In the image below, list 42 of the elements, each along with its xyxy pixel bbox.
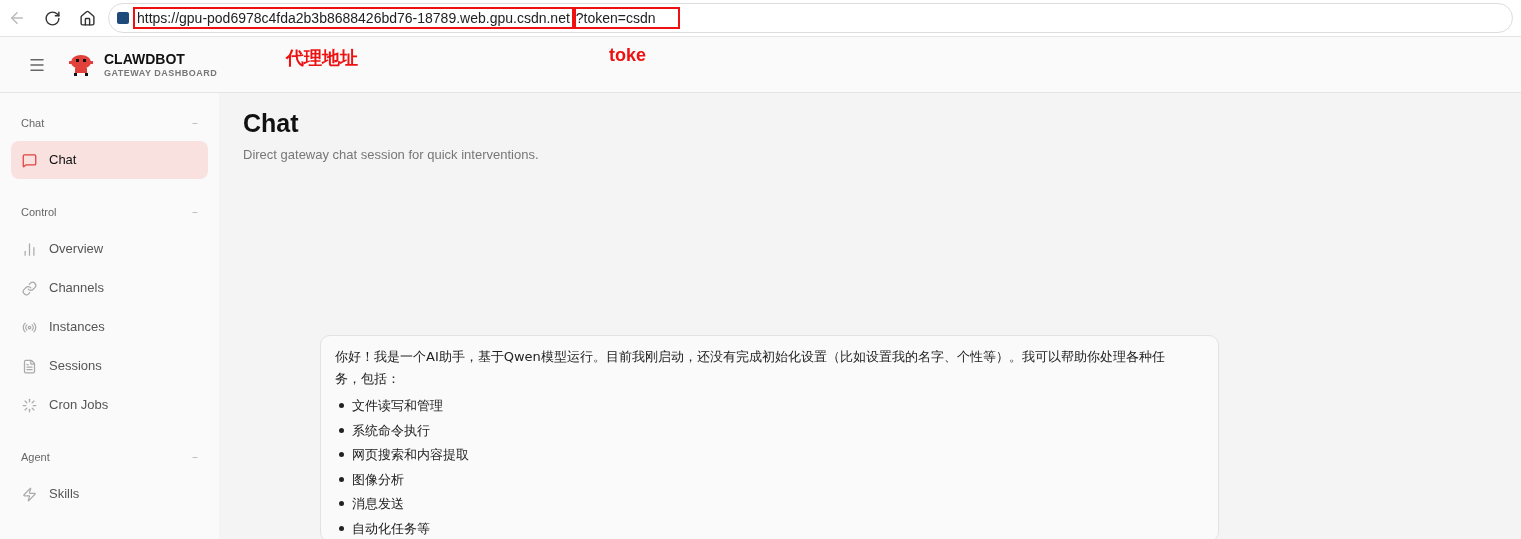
link-icon <box>22 280 37 296</box>
brand-subtitle: GATEWAY DASHBOARD <box>104 66 218 79</box>
list-item: 自动化任务等 <box>352 519 430 538</box>
lightning-icon <box>22 486 37 502</box>
message-text: 你好！我是一个AI助手，基于Qwen模型运行。目前我刚启动，还没有完成初始化设置（比如设置我的名字、个性等）。我可以帮助你处理各种任务，包括： <box>335 347 1166 388</box>
list-item: 系统命令执行 <box>352 421 430 440</box>
nav-item[interactable]: Chat <box>11 141 208 179</box>
nav-item[interactable]: Instances <box>11 308 208 346</box>
annotation-label: toke <box>609 44 646 67</box>
bullet-icon <box>339 427 344 433</box>
robot-logo-icon <box>68 52 94 77</box>
section-title: Control <box>21 204 57 220</box>
home-icon[interactable] <box>79 9 96 27</box>
nav-item[interactable]: Cron Jobs <box>11 386 208 424</box>
list-item: 消息发送 <box>352 495 404 513</box>
reload-icon[interactable] <box>44 9 61 27</box>
bullet-icon <box>339 476 344 482</box>
chat-bubble-icon <box>22 152 37 168</box>
site-icon <box>117 12 129 24</box>
section-title: Agent <box>21 449 50 465</box>
page-subtitle: Direct gateway chat session for quick interventions. <box>243 146 540 164</box>
bar-chart-icon <box>22 241 37 257</box>
annotation-label: 代理地址 <box>286 47 358 70</box>
brand-name: CLAWDBOT <box>104 50 186 67</box>
bullet-icon <box>339 452 344 458</box>
nav-item[interactable]: Channels <box>11 269 208 307</box>
nav-item[interactable]: Overview <box>11 230 208 268</box>
document-icon <box>22 358 37 374</box>
bullet-icon <box>339 525 344 531</box>
bullet-icon <box>339 403 344 409</box>
url-host: https://gpu-pod6978c4fda2b3b8688426bd76-18789.web.gpu.csdn.net <box>133 7 574 29</box>
nav-item[interactable]: Skills <box>11 475 208 513</box>
address-bar[interactable]: https://gpu-pod6978c4fda2b3b8688426bd76-18789.web.gpu.csdn.net ?token=csdn <box>108 3 1513 33</box>
list-item: 文件读写和管理 <box>352 397 443 415</box>
list-item: 网页搜索和内容提取 <box>352 446 469 464</box>
loader-icon <box>22 397 37 413</box>
url-query: ?token=csdn <box>573 7 680 29</box>
nav-item[interactable]: Sessions <box>11 347 208 385</box>
section-title: Chat <box>21 115 45 131</box>
page-title: Chat <box>243 108 300 139</box>
bullet-icon <box>339 501 344 507</box>
list-item: 图像分析 <box>352 470 404 489</box>
